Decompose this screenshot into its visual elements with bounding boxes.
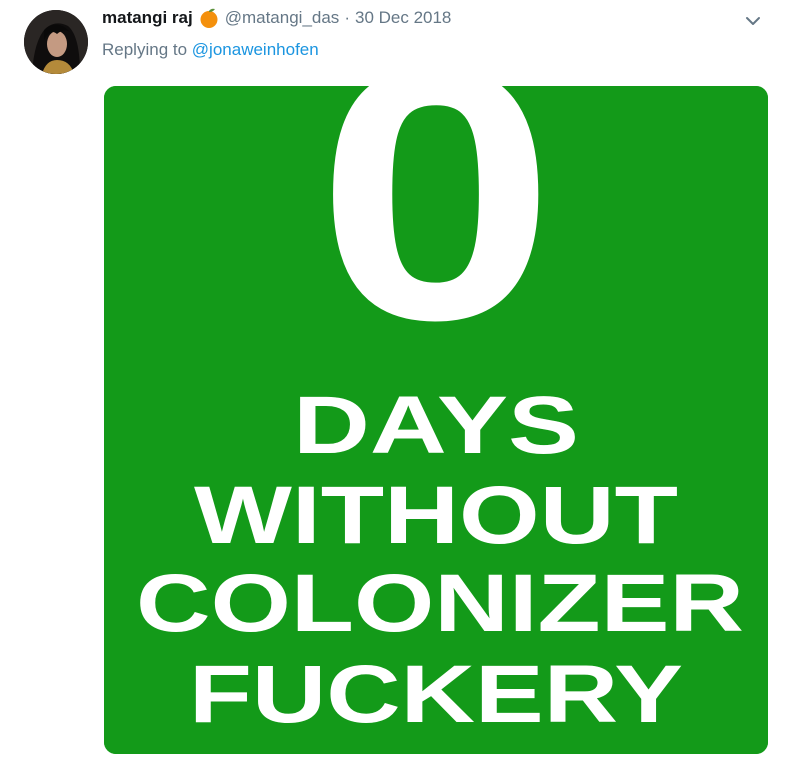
- tweet-header: matangi raj @matangi_das · 30 Dec 2018: [102, 6, 451, 30]
- tweet-media[interactable]: 0 DAYS WITHOUT COLONIZER FUCKERY: [104, 86, 768, 754]
- image-line-3: COLONIZER: [136, 558, 744, 649]
- tweet: matangi raj @matangi_das · 30 Dec 2018 R…: [0, 0, 800, 776]
- big-zero: 0: [316, 86, 556, 395]
- replying-to: Replying to @jonaweinhofen: [102, 40, 319, 60]
- avatar-image: [24, 10, 88, 74]
- reply-target-link[interactable]: @jonaweinhofen: [192, 40, 319, 59]
- image-line-4: FUCKERY: [189, 649, 683, 740]
- image-line-2: WITHOUT: [194, 470, 678, 561]
- media-image: 0 DAYS WITHOUT COLONIZER FUCKERY: [104, 86, 768, 754]
- chevron-down-icon[interactable]: [744, 12, 762, 30]
- display-name[interactable]: matangi raj: [102, 8, 193, 28]
- tweet-date[interactable]: 30 Dec 2018: [355, 8, 451, 28]
- replying-prefix: Replying to: [102, 40, 188, 59]
- avatar[interactable]: [24, 10, 88, 74]
- orange-emoji-icon: [198, 7, 220, 29]
- separator-dot: ·: [344, 8, 350, 27]
- user-handle[interactable]: @matangi_das: [225, 8, 340, 28]
- image-line-1: DAYS: [293, 380, 579, 471]
